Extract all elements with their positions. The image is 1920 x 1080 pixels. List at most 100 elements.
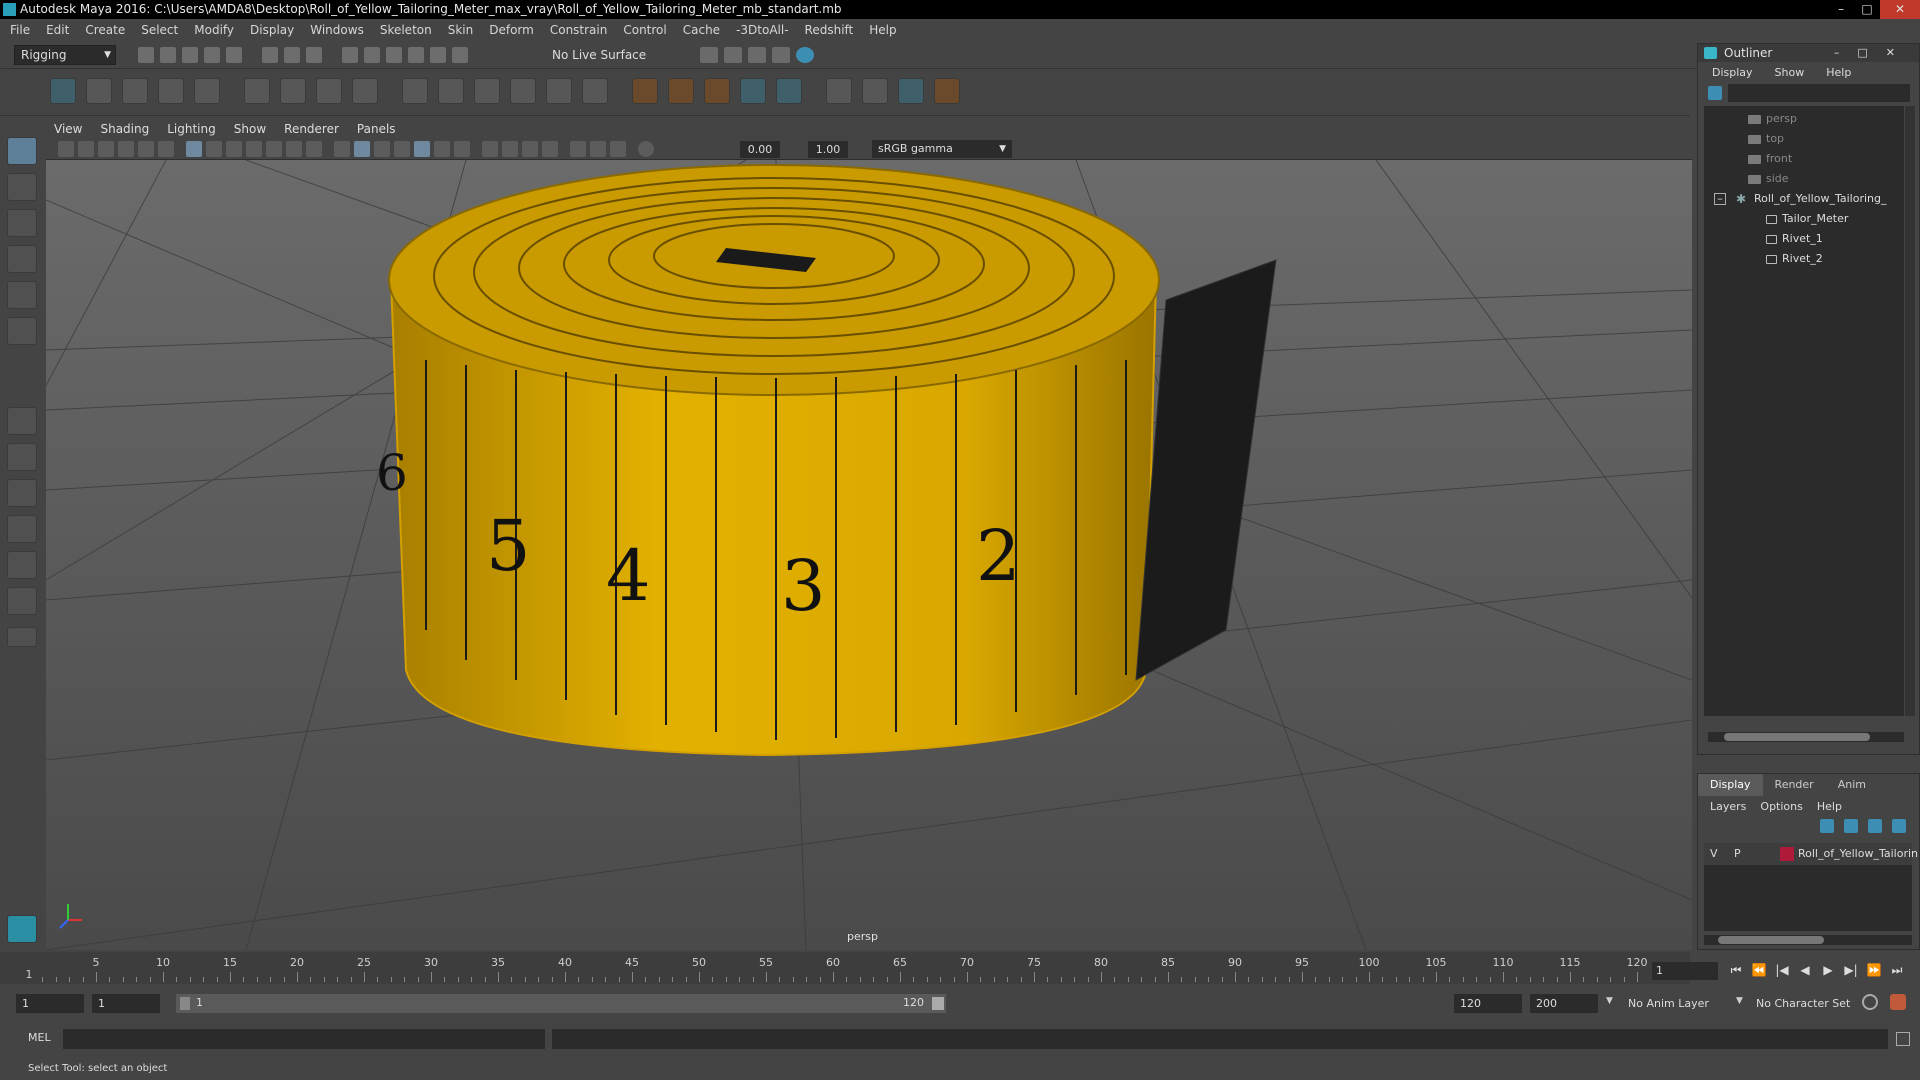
xray-icon[interactable] xyxy=(414,141,430,157)
default-material-icon[interactable] xyxy=(374,141,390,157)
panel-menu-lighting[interactable]: Lighting xyxy=(167,122,216,136)
script-editor-icon[interactable] xyxy=(1896,1032,1910,1046)
snap-grid-icon[interactable] xyxy=(342,47,358,63)
joint-tool-icon[interactable] xyxy=(50,78,76,104)
quick-rig-icon[interactable] xyxy=(826,78,852,104)
preferences-icon[interactable] xyxy=(1890,994,1906,1010)
menu-file[interactable]: File xyxy=(10,23,30,37)
depth-of-field-icon[interactable] xyxy=(542,141,558,157)
open-scene-icon[interactable] xyxy=(160,47,176,63)
isolate-select-icon[interactable] xyxy=(570,141,586,157)
outliner-item-side[interactable]: side xyxy=(1748,170,1789,188)
layer-row[interactable]: V P Roll_of_Yellow_Tailorin xyxy=(1704,843,1918,865)
snap-view-plane-icon[interactable] xyxy=(408,47,424,63)
field-chart-icon[interactable] xyxy=(266,141,282,157)
snap-curve-icon[interactable] xyxy=(364,47,380,63)
new-layer-selected-icon[interactable] xyxy=(1892,819,1906,833)
persp-graph-layout-icon[interactable] xyxy=(7,551,37,579)
go-to-end-button[interactable]: ⏭ xyxy=(1889,962,1905,978)
step-forward-key-button[interactable]: ⏩ xyxy=(1866,962,1882,978)
shadows-icon[interactable] xyxy=(454,141,470,157)
safe-title-icon[interactable] xyxy=(306,141,322,157)
aim-constraint-icon[interactable] xyxy=(438,78,464,104)
motion-blur-icon[interactable] xyxy=(502,141,518,157)
menu-modify[interactable]: Modify xyxy=(194,23,234,37)
move-tool-icon[interactable] xyxy=(7,245,37,273)
menu-set-selector[interactable]: Rigging ▼ xyxy=(14,45,116,65)
orient-constraint-icon[interactable] xyxy=(474,78,500,104)
gamma-field[interactable]: 1.00 xyxy=(808,141,848,158)
go-to-start-button[interactable]: ⏮ xyxy=(1728,962,1744,978)
outliner-menu-show[interactable]: Show xyxy=(1775,66,1805,79)
step-back-frame-button[interactable]: |◀ xyxy=(1774,962,1790,978)
range-slider-start-handle[interactable] xyxy=(180,997,190,1010)
menu-help[interactable]: Help xyxy=(869,23,896,37)
camera-lock-icon[interactable] xyxy=(78,141,94,157)
refresh-icon[interactable] xyxy=(1708,86,1722,100)
undo-icon[interactable] xyxy=(204,47,220,63)
set-driven-key-icon[interactable] xyxy=(704,78,730,104)
2d-pan-zoom-icon[interactable] xyxy=(138,141,154,157)
outliner-item-front[interactable]: front xyxy=(1748,150,1792,168)
chevron-down-icon[interactable]: ▼ xyxy=(1736,996,1743,1006)
make-live-icon[interactable] xyxy=(452,47,468,63)
move-layer-up-icon[interactable] xyxy=(1820,819,1834,833)
outliner-menu-display[interactable]: Display xyxy=(1712,66,1753,79)
outliner-search-input[interactable] xyxy=(1728,84,1910,102)
grid-icon[interactable] xyxy=(186,141,202,157)
playback-start-field[interactable]: 1 xyxy=(92,994,160,1013)
menu-control[interactable]: Control xyxy=(623,23,666,37)
panel-menu-renderer[interactable]: Renderer xyxy=(284,122,339,136)
menu-3dtoall[interactable]: -3DtoAll- xyxy=(736,23,788,37)
panel-menu-show[interactable]: Show xyxy=(234,122,266,136)
smooth-shade-icon[interactable] xyxy=(354,141,370,157)
animation-end-field[interactable]: 200 xyxy=(1530,994,1598,1013)
parent-constraint-icon[interactable] xyxy=(546,78,572,104)
layer-menu-layers[interactable]: Layers xyxy=(1710,800,1746,813)
outliner-item-rivet-2[interactable]: Rivet_2 xyxy=(1766,250,1823,268)
color-space-dropdown[interactable]: sRGB gamma ▼ xyxy=(872,140,1012,158)
menu-skeleton[interactable]: Skeleton xyxy=(380,23,432,37)
move-layer-down-icon[interactable] xyxy=(1844,819,1858,833)
side-by-side-layout-icon[interactable] xyxy=(7,479,37,507)
exposure-field[interactable]: 0.00 xyxy=(740,141,780,158)
bookmark-icon[interactable] xyxy=(98,141,114,157)
menu-cache[interactable]: Cache xyxy=(683,23,720,37)
four-view-layout-icon[interactable] xyxy=(7,443,37,471)
pole-vector-icon[interactable] xyxy=(582,78,608,104)
film-gate-icon[interactable] xyxy=(206,141,222,157)
panel-menu-panels[interactable]: Panels xyxy=(357,122,396,136)
exposure-icon[interactable] xyxy=(638,141,654,157)
play-forwards-button[interactable]: ▶ xyxy=(1820,962,1836,978)
cluster-icon[interactable] xyxy=(352,78,378,104)
save-scene-icon[interactable] xyxy=(182,47,198,63)
outliner-item-persp[interactable]: persp xyxy=(1748,110,1797,128)
xray-joints-icon[interactable] xyxy=(590,141,606,157)
step-back-key-button[interactable]: ⏪ xyxy=(1751,962,1767,978)
extra-layout-icon[interactable] xyxy=(7,627,37,647)
maya-logo-shelf-icon-2[interactable] xyxy=(776,78,802,104)
wireframe-icon[interactable] xyxy=(334,141,350,157)
live-surface-field[interactable]: No Live Surface xyxy=(552,48,646,62)
render-frame-icon[interactable] xyxy=(700,47,718,63)
persp-outliner-layout-icon[interactable] xyxy=(7,515,37,543)
outliner-item-rivet-1[interactable]: Rivet_1 xyxy=(1766,230,1823,248)
outliner-vertical-scrollbar[interactable] xyxy=(1905,106,1915,716)
scroll-thumb[interactable] xyxy=(1724,733,1870,741)
menu-select[interactable]: Select xyxy=(141,23,178,37)
select-tool-icon[interactable] xyxy=(7,137,37,165)
playback-end-field[interactable]: 120 xyxy=(1454,994,1522,1013)
outliner-layout-icon[interactable] xyxy=(7,587,37,615)
scale-constraint-icon[interactable] xyxy=(510,78,536,104)
rotate-tool-icon[interactable] xyxy=(7,281,37,309)
single-view-layout-icon[interactable] xyxy=(7,407,37,435)
layer-visibility-toggle[interactable]: V xyxy=(1710,843,1718,865)
cluster-handle-icon[interactable] xyxy=(668,78,694,104)
locator-icon[interactable] xyxy=(632,78,658,104)
tab-render[interactable]: Render xyxy=(1763,774,1826,796)
render-settings-icon[interactable] xyxy=(748,47,766,63)
safe-action-icon[interactable] xyxy=(286,141,302,157)
snap-live-icon[interactable] xyxy=(430,47,446,63)
menu-edit[interactable]: Edit xyxy=(46,23,69,37)
layer-playback-toggle[interactable]: P xyxy=(1734,843,1741,865)
